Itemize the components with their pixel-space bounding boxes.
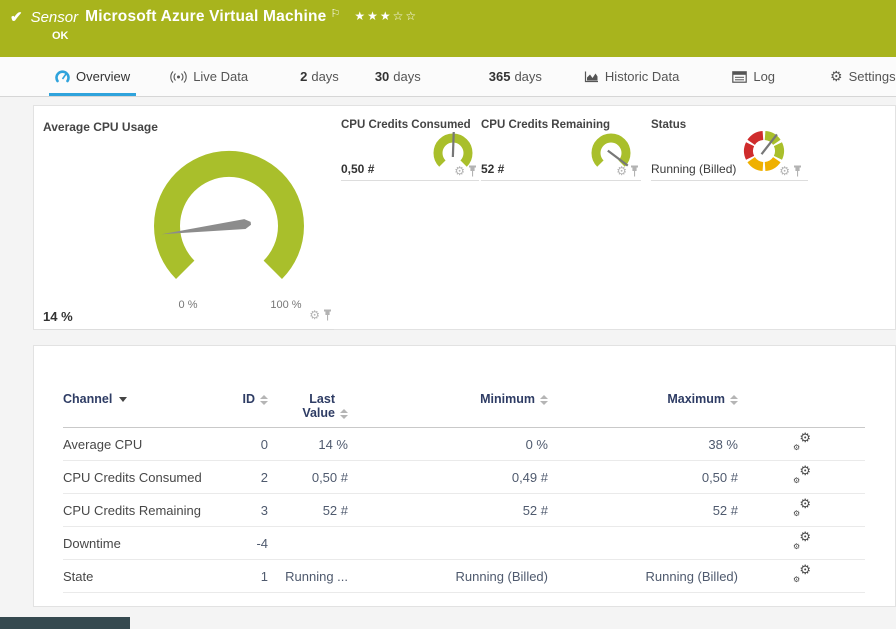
gauge-title: Average CPU Usage	[43, 120, 158, 134]
gear-icon[interactable]: ⚙	[779, 165, 790, 177]
pin-icon[interactable]	[793, 165, 802, 177]
edit-channel-gears-icon[interactable]: ⚙⚙	[793, 501, 811, 517]
pin-icon[interactable]	[630, 165, 639, 177]
tab-settings[interactable]: ⚙ Settings	[830, 57, 896, 96]
channel-last-value: Running ...	[268, 569, 348, 584]
area-chart-icon	[584, 71, 599, 83]
tab-2-days[interactable]: 2 days	[300, 57, 339, 96]
tab-label: Log	[753, 69, 775, 84]
channels-table: Channel ID Last Value Minimum Maximum Av…	[63, 384, 865, 593]
pin-icon[interactable]	[323, 309, 332, 321]
channel-name: CPU Credits Remaining	[63, 503, 233, 518]
channel-name: CPU Credits Consumed	[63, 470, 233, 485]
channel-last-value: 14 %	[268, 437, 348, 452]
tab-365-days[interactable]: 365 days	[489, 57, 542, 96]
gauge-icon	[55, 70, 70, 83]
gauge-scale-min: 0 %	[158, 299, 218, 311]
tab-log[interactable]: Log	[732, 57, 775, 96]
column-header-id[interactable]: ID	[233, 392, 268, 406]
channels-panel: Channel ID Last Value Minimum Maximum Av…	[33, 345, 896, 607]
tab-30-days[interactable]: 30 days	[375, 57, 421, 96]
gauge-value: 14 %	[43, 309, 73, 324]
sort-icon	[730, 395, 738, 405]
sensor-header: ✔ Sensor Microsoft Azure Virtual Machine…	[0, 0, 896, 57]
tab-historic-data[interactable]: Historic Data	[584, 57, 679, 96]
channel-name: State	[63, 569, 233, 584]
table-row: Downtime -4 ⚙⚙	[63, 527, 865, 560]
channel-maximum: 0,50 #	[548, 470, 738, 485]
table-header-row: Channel ID Last Value Minimum Maximum	[63, 384, 865, 428]
status-badge: OK	[52, 30, 896, 42]
column-header-channel[interactable]: Channel	[63, 392, 233, 406]
channel-id: 1	[233, 569, 268, 584]
gauge-title: Status	[651, 119, 686, 131]
channel-maximum: 38 %	[548, 437, 738, 452]
gauge-tile-credits-remaining: CPU Credits Remaining 52 # ⚙	[481, 113, 641, 181]
column-header-maximum[interactable]: Maximum	[548, 392, 738, 406]
table-row: CPU Credits Consumed 2 0,50 # 0,49 # 0,5…	[63, 461, 865, 494]
flag-icon[interactable]: ⚐	[330, 7, 340, 20]
sort-icon	[260, 395, 268, 405]
gear-icon[interactable]: ⚙	[616, 165, 627, 177]
channel-minimum: 0,49 #	[348, 470, 548, 485]
tab-label: Live Data	[193, 69, 248, 84]
channel-maximum: Running (Billed)	[548, 569, 738, 584]
gauge-tile-average-cpu: Average CPU Usage 0 % 100 % 14 % ⚙	[41, 113, 334, 330]
channel-name: Downtime	[63, 536, 233, 551]
channel-id: 0	[233, 437, 268, 452]
channel-minimum: 0 %	[348, 437, 548, 452]
caret-down-icon	[119, 397, 127, 402]
tab-label: days	[311, 69, 338, 84]
edit-channel-gears-icon[interactable]: ⚙⚙	[793, 567, 811, 583]
gear-icon[interactable]: ⚙	[309, 309, 320, 321]
gauge-value: 52 #	[481, 162, 504, 176]
tab-label: days	[514, 69, 541, 84]
table-row: CPU Credits Remaining 3 52 # 52 # 52 # ⚙…	[63, 494, 865, 527]
channel-last-value: 52 #	[268, 503, 348, 518]
channel-id: 3	[233, 503, 268, 518]
edit-channel-gears-icon[interactable]: ⚙⚙	[793, 468, 811, 484]
sensor-title: Microsoft Azure Virtual Machine	[85, 8, 326, 26]
gauges-panel: Average CPU Usage 0 % 100 % 14 % ⚙ CPU C…	[33, 105, 896, 330]
tab-label: Settings	[849, 69, 896, 84]
ok-check-icon: ✔	[10, 8, 23, 26]
channel-maximum: 52 #	[548, 503, 738, 518]
channel-name: Average CPU	[63, 437, 233, 452]
cpu-gauge	[144, 146, 314, 296]
gauge-tile-status: Status Running (Billed) ⚙	[651, 113, 808, 181]
edit-channel-gears-icon[interactable]: ⚙⚙	[793, 534, 811, 550]
channel-id: -4	[233, 536, 268, 551]
channel-last-value: 0,50 #	[268, 470, 348, 485]
edit-channel-gears-icon[interactable]: ⚙⚙	[793, 435, 811, 451]
table-row: Average CPU 0 14 % 0 % 38 % ⚙⚙	[63, 428, 865, 461]
priority-stars[interactable]: ★★★☆☆	[354, 9, 418, 23]
tab-label: Historic Data	[605, 69, 679, 84]
channel-id: 2	[233, 470, 268, 485]
gear-icon[interactable]: ⚙	[454, 165, 465, 177]
tab-live-data[interactable]: Live Data	[170, 57, 248, 96]
object-kind-label: Sensor	[31, 9, 79, 26]
live-signal-icon	[170, 71, 187, 83]
gauge-value: Running (Billed)	[651, 162, 736, 176]
sort-icon	[340, 409, 348, 419]
column-header-minimum[interactable]: Minimum	[348, 392, 548, 406]
gear-icon: ⚙	[830, 68, 843, 85]
log-list-icon	[732, 71, 747, 83]
table-row: State 1 Running ... Running (Billed) Run…	[63, 560, 865, 593]
tab-label: Overview	[76, 69, 130, 84]
tab-label: days	[393, 69, 420, 84]
channel-minimum: 52 #	[348, 503, 548, 518]
footer-bar[interactable]	[0, 617, 130, 629]
tab-overview[interactable]: Overview	[55, 57, 130, 96]
tab-bar: Overview Live Data 2 days 30 days 365 da…	[0, 57, 896, 97]
pin-icon[interactable]	[468, 165, 477, 177]
gauge-value: 0,50 #	[341, 162, 374, 176]
column-header-last-value[interactable]: Last Value	[268, 392, 348, 420]
channel-minimum: Running (Billed)	[348, 569, 548, 584]
sort-icon	[540, 395, 548, 405]
gauge-tile-credits-consumed: CPU Credits Consumed 0,50 # ⚙	[341, 113, 479, 181]
